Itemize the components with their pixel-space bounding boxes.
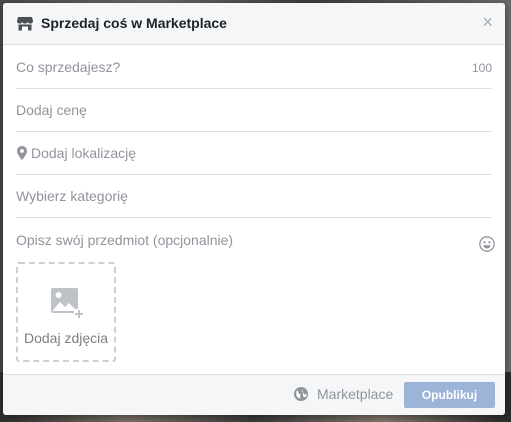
add-photos-button[interactable]: Dodaj zdjęcia [16, 262, 116, 362]
audience-selector[interactable]: Marketplace [317, 386, 393, 402]
storefront-icon [17, 17, 33, 31]
item-title-field[interactable]: Co sprzedajesz? 100 [16, 46, 492, 89]
dialog-header: Sprzedaj coś w Marketplace × [3, 3, 505, 45]
category-placeholder: Wybierz kategorię [16, 188, 128, 204]
publish-button[interactable]: Opublikuj [404, 382, 495, 408]
item-title-placeholder: Co sprzedajesz? [16, 59, 121, 75]
add-photos-label: Dodaj zdjęcia [23, 330, 109, 346]
sell-dialog: Sprzedaj coś w Marketplace × Co sprzedaj… [3, 3, 505, 415]
dialog-footer: Marketplace Opublikuj [3, 374, 505, 415]
category-field[interactable]: Wybierz kategorię [16, 175, 492, 218]
map-pin-icon [17, 146, 27, 160]
location-placeholder: Dodaj lokalizację [31, 145, 137, 161]
dialog-title: Sprzedaj coś w Marketplace [41, 15, 227, 31]
emoji-icon[interactable] [479, 236, 495, 252]
price-placeholder: Dodaj cenę [16, 102, 87, 118]
close-button[interactable]: × [482, 13, 493, 31]
title-char-counter: 100 [471, 61, 492, 75]
location-field[interactable]: Dodaj lokalizację [16, 132, 492, 175]
price-field[interactable]: Dodaj cenę [16, 89, 492, 132]
description-field[interactable]: Opisz swój przedmiot (opcjonalnie) [16, 232, 233, 248]
globe-icon [294, 387, 308, 401]
add-photo-icon [51, 288, 84, 319]
